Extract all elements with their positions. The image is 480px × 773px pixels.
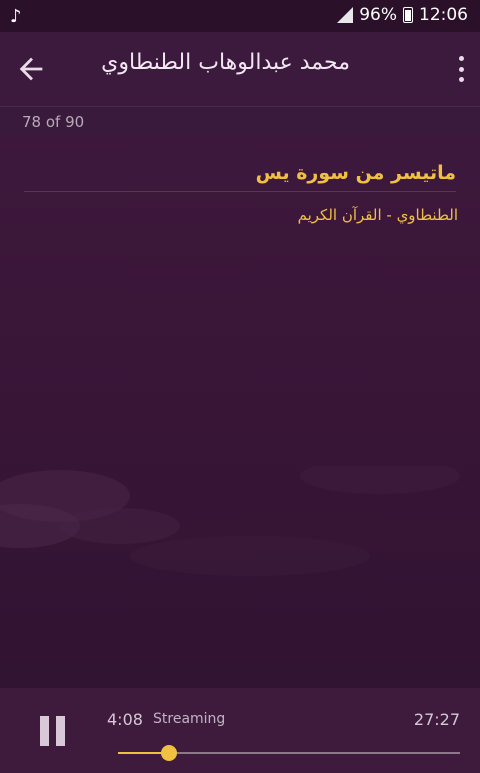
track-subtitle: الطنطاوي - القرآن الكريم (297, 206, 458, 224)
divider (24, 191, 456, 192)
track-info: ماتيسر من سورة يس الطنطاوي - القرآن الكر… (0, 136, 480, 688)
player-controls: 4:08 Streaming 27:27 (0, 688, 480, 773)
track-counter-bar: 78 of 90 (0, 106, 480, 137)
elapsed-time: 4:08 (107, 710, 143, 729)
player-screen: ♪ 96% 12:06 محمد عبدالوهاب الطنطاوي 78 o… (0, 0, 480, 773)
seek-bar-thumb[interactable] (161, 745, 178, 761)
app-toolbar: محمد عبدالوهاب الطنطاوي (0, 32, 480, 106)
total-duration: 27:27 (413, 710, 460, 729)
music-note-icon: ♪ (10, 6, 22, 27)
cloud-background (0, 466, 460, 576)
clock: 12:06 (419, 5, 468, 25)
back-arrow-icon[interactable] (14, 52, 48, 86)
more-options-icon[interactable] (458, 56, 464, 82)
page-title: محمد عبدالوهاب الطنطاوي (101, 50, 350, 75)
track-title: ماتيسر من سورة يس (255, 162, 456, 184)
signal-icon (337, 7, 354, 23)
seek-bar[interactable] (118, 745, 460, 761)
status-bar: ♪ 96% 12:06 (0, 0, 480, 32)
streaming-status: Streaming (153, 711, 226, 727)
battery-icon (403, 7, 413, 23)
battery-percent: 96% (359, 5, 397, 25)
track-counter: 78 of 90 (22, 113, 85, 131)
pause-icon[interactable] (40, 716, 66, 746)
